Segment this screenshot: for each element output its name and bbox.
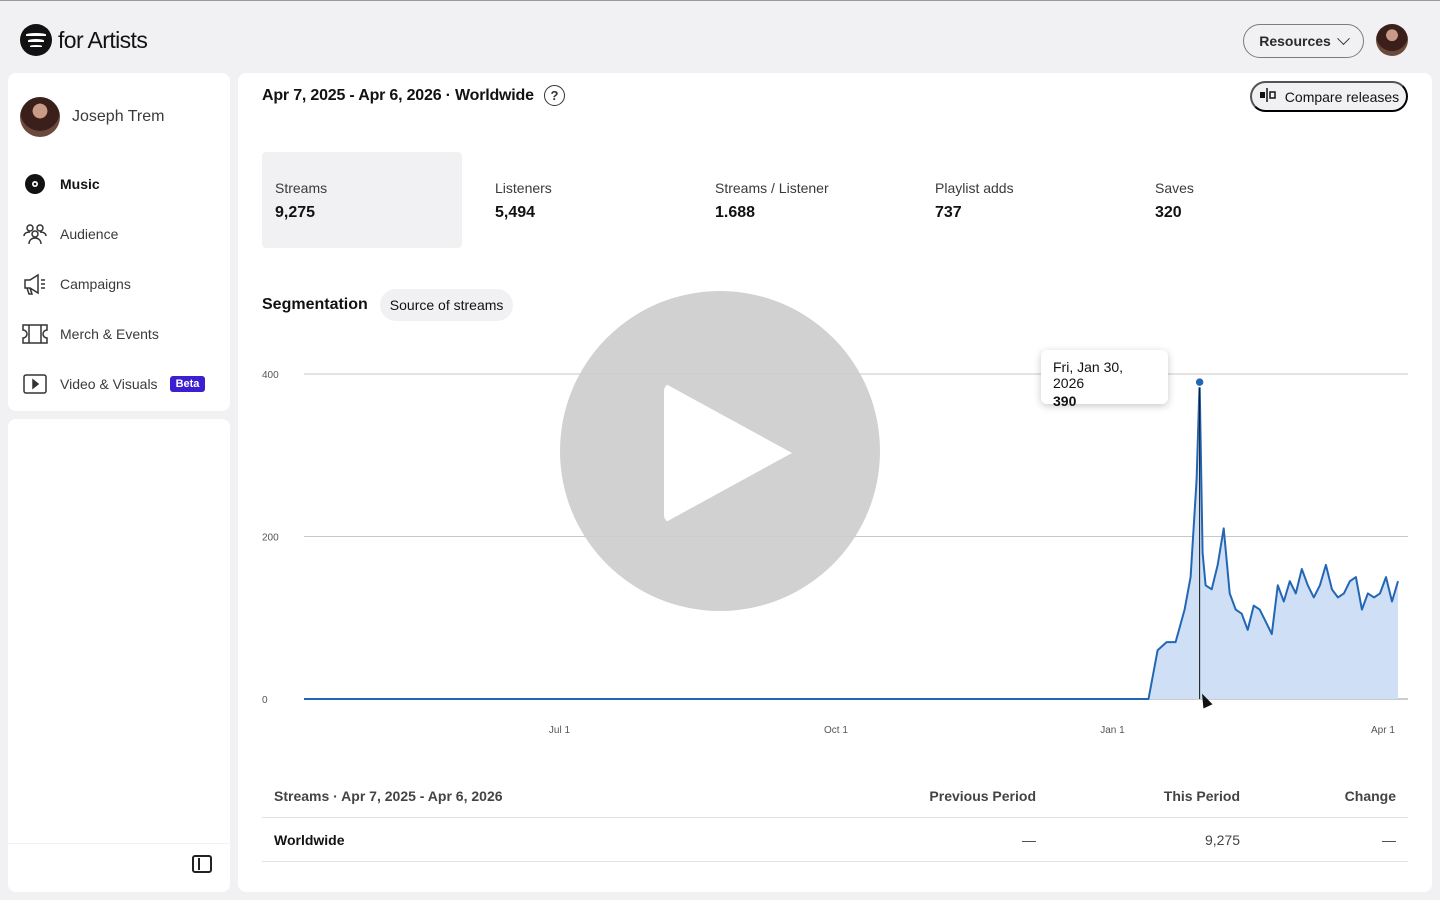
sidebar-item-music[interactable]: Music xyxy=(22,159,205,209)
table-header: This Period xyxy=(1163,787,1240,804)
help-icon[interactable]: ? xyxy=(543,85,565,106)
spotify-logo-icon xyxy=(20,24,52,56)
table-header: Change xyxy=(1344,787,1396,804)
divider xyxy=(8,843,230,844)
collapse-sidebar-icon[interactable] xyxy=(192,855,212,873)
row-previous: — xyxy=(1022,831,1036,848)
y-tick-label: 0 xyxy=(262,695,268,706)
row-current: 9,275 xyxy=(1204,831,1240,848)
x-tick-label: Oct 1 xyxy=(824,725,848,736)
metric-value: 1.688 xyxy=(715,204,756,221)
sidebar-item-label: Campaigns xyxy=(60,276,131,292)
row-label: Worldwide xyxy=(274,831,345,848)
x-tick-label: Jul 1 xyxy=(549,725,571,736)
hover-point xyxy=(1194,376,1205,388)
tooltip-value: 390 xyxy=(1053,393,1077,409)
beta-badge: Beta xyxy=(169,376,206,392)
metric-playlist-adds[interactable]: Playlist adds 737 xyxy=(922,152,1142,248)
sidebar-lower-panel xyxy=(8,419,230,892)
metric-label: Streams / Listener xyxy=(715,180,829,196)
sidebar-item-audience[interactable]: Audience xyxy=(22,209,205,259)
metric-streams[interactable]: Streams 9,275 xyxy=(262,152,462,248)
megaphone-icon xyxy=(22,272,48,296)
ticket-icon xyxy=(22,322,48,346)
row-change: — xyxy=(1382,831,1396,848)
table-header: Streams · Apr 7, 2025 - Apr 6, 2026 xyxy=(274,787,503,804)
video-play-overlay[interactable] xyxy=(560,291,880,611)
table-row[interactable]: Worldwide — 9,275 — xyxy=(262,818,1408,862)
source-of-streams-chip[interactable]: Source of streams xyxy=(379,289,514,321)
metric-label: Streams xyxy=(275,180,328,196)
top-bar: for Artists Resources xyxy=(0,1,1440,73)
metric-saves[interactable]: Saves 320 xyxy=(1142,152,1362,248)
audience-icon xyxy=(22,222,48,246)
chart-tooltip: Fri, Jan 30, 2026 390 xyxy=(1041,350,1168,409)
artist-avatar xyxy=(20,97,60,137)
sidebar-item-label: Audience xyxy=(60,226,119,242)
metric-value: 320 xyxy=(1155,204,1182,221)
sidebar-item-merch-events[interactable]: Merch & Events xyxy=(22,309,205,359)
tooltip-date: Fri, Jan 30, 2026 xyxy=(1053,359,1124,391)
sidebar-item-label: Video & Visuals xyxy=(60,376,158,392)
resources-label: Resources xyxy=(1259,33,1331,49)
resources-dropdown[interactable]: Resources xyxy=(1243,24,1364,58)
metric-value: 9,275 xyxy=(275,204,316,221)
spotify-for-artists-logo[interactable]: for Artists xyxy=(20,24,148,56)
play-icon xyxy=(664,383,792,523)
music-disc-icon xyxy=(22,172,48,196)
logo-text: for Artists xyxy=(58,26,148,53)
y-tick-label: 200 xyxy=(262,533,279,544)
compare-releases-button[interactable]: Compare releases xyxy=(1250,81,1408,112)
date-range-title: Apr 7, 2025 - Apr 6, 2026 · Worldwide ? xyxy=(262,85,565,106)
chevron-down-icon xyxy=(1336,31,1350,45)
metric-streams-per-listener[interactable]: Streams / Listener 1.688 xyxy=(702,152,922,248)
segmentation-label: Segmentation xyxy=(262,296,368,313)
compare-label: Compare releases xyxy=(1284,88,1400,105)
main-content: Apr 7, 2025 - Apr 6, 2026 · Worldwide ? … xyxy=(238,73,1432,892)
segmentation-row: Segmentation Source of streams xyxy=(262,289,514,321)
metric-value: 5,494 xyxy=(495,204,536,221)
range-title-text: Apr 7, 2025 - Apr 6, 2026 · Worldwide xyxy=(262,86,534,104)
table-header: Previous Period xyxy=(929,787,1036,804)
metrics-row: Streams 9,275 Listeners 5,494 Streams / … xyxy=(262,152,1362,248)
video-icon xyxy=(22,372,48,396)
x-tick-label: Jan 1 xyxy=(1100,725,1125,736)
sidebar: Joseph Trem Music Audience Campaigns Mer… xyxy=(8,73,230,411)
artist-name: Joseph Trem xyxy=(72,108,165,125)
compare-icon xyxy=(1259,87,1277,106)
sidebar-item-video-visuals[interactable]: Video & Visuals Beta xyxy=(22,359,206,409)
x-tick-label: Apr 1 xyxy=(1371,725,1395,736)
metric-value: 737 xyxy=(935,204,962,221)
user-avatar[interactable] xyxy=(1376,24,1408,56)
sidebar-nav: Music Audience Campaigns Merch & Events … xyxy=(22,159,206,409)
sidebar-item-label: Music xyxy=(60,176,100,192)
streams-table: Streams · Apr 7, 2025 - Apr 6, 2026 Prev… xyxy=(262,774,1408,862)
sidebar-item-label: Merch & Events xyxy=(60,326,159,342)
artist-profile[interactable]: Joseph Trem xyxy=(20,97,164,137)
sidebar-item-campaigns[interactable]: Campaigns xyxy=(22,259,205,309)
y-tick-label: 400 xyxy=(262,370,279,381)
metric-label: Playlist adds xyxy=(935,180,1014,196)
metric-listeners[interactable]: Listeners 5,494 xyxy=(482,152,702,248)
metric-label: Saves xyxy=(1155,180,1194,196)
table-header-row: Streams · Apr 7, 2025 - Apr 6, 2026 Prev… xyxy=(262,774,1408,818)
metric-label: Listeners xyxy=(495,180,552,196)
